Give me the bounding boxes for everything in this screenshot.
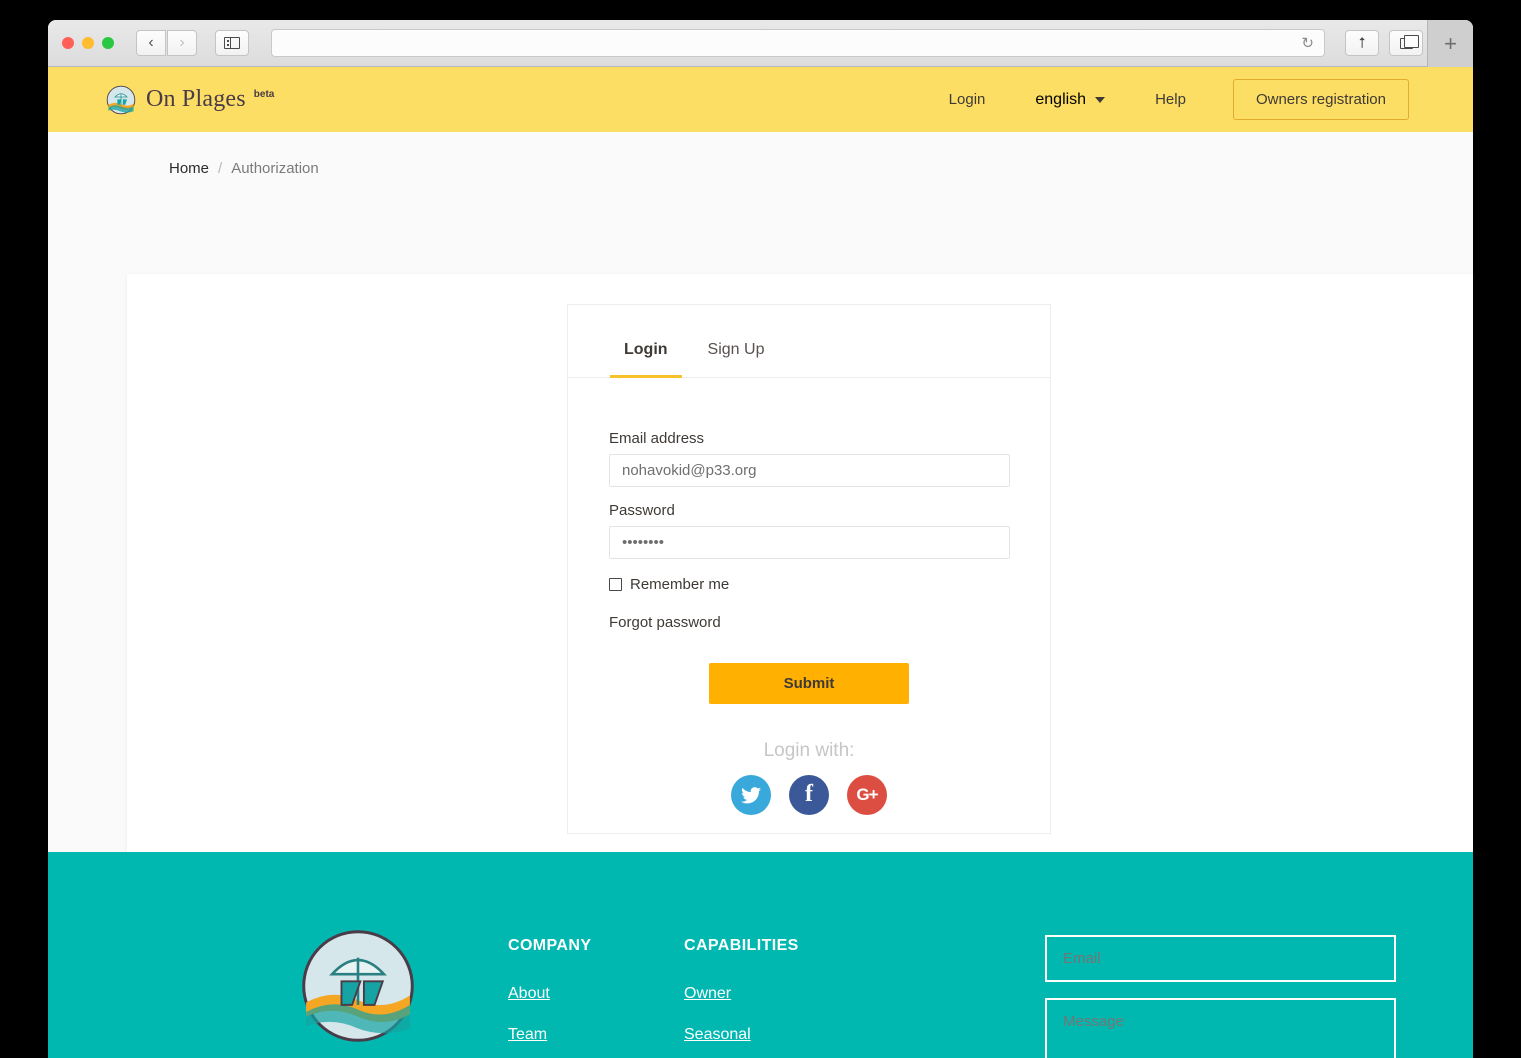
back-button[interactable]: ‹ (136, 30, 166, 56)
auth-panel: Login Sign Up Email address nohavokid@p3… (567, 304, 1051, 834)
breadcrumb-current: Authorization (231, 160, 319, 177)
browser-window: ‹ › ↻ ⭡ + On Plages beta Login english H… (48, 20, 1473, 1058)
sidebar-toggle-button[interactable] (215, 30, 249, 56)
browser-toolbar: ‹ › ↻ ⭡ + (48, 20, 1473, 67)
footer-link-owner[interactable]: Owner (684, 985, 860, 1003)
google-plus-login-button[interactable]: G+ (847, 775, 887, 815)
submit-button[interactable]: Submit (709, 663, 909, 704)
maximize-window-button[interactable] (102, 37, 114, 49)
site-header: On Plages beta Login english Help Owners… (48, 67, 1473, 132)
login-form: Email address nohavokid@p33.org Password… (568, 378, 1050, 815)
navigation-buttons: ‹ › (136, 30, 197, 56)
forward-button[interactable]: › (167, 30, 197, 56)
share-icon: ⭡ (1358, 34, 1366, 52)
password-field-block: Password •••••••• (609, 502, 1010, 559)
on-plages-logo-large-icon (302, 930, 414, 1042)
minimize-window-button[interactable] (82, 37, 94, 49)
address-bar[interactable]: ↻ (271, 29, 1325, 57)
brand-beta-badge: beta (253, 88, 275, 100)
sidebar-icon (224, 37, 240, 49)
remember-me-row[interactable]: Remember me (609, 576, 1009, 593)
footer-column-company: COMPANY About Team Legal P (508, 927, 684, 1058)
show-tabs-button[interactable] (1389, 30, 1423, 56)
breadcrumb-separator: / (218, 160, 223, 177)
facebook-login-button[interactable]: f (789, 775, 829, 815)
footer-brand: On Plages (208, 927, 508, 1058)
tab-login[interactable]: Login (610, 329, 682, 378)
social-login-buttons: f G+ (609, 775, 1009, 815)
reload-icon[interactable]: ↻ (1301, 36, 1314, 51)
auth-tabs: Login Sign Up (568, 305, 1050, 378)
social-login-title: Login with: (763, 740, 855, 761)
language-selector-label: english (1035, 90, 1087, 108)
remember-me-label: Remember me (630, 576, 730, 593)
footer-link-seasonal[interactable]: Seasonal (684, 1026, 860, 1044)
breadcrumb-home[interactable]: Home (169, 160, 209, 177)
footer-message-input[interactable] (1045, 998, 1396, 1058)
footer-inner: On Plages COMPANY About Team Legal P CAP… (48, 852, 1473, 1058)
tab-signup[interactable]: Sign Up (694, 329, 779, 378)
site-nav: Login english Help Owners registration (924, 79, 1409, 120)
new-tab-button[interactable]: + (1427, 20, 1473, 67)
footer-email-input[interactable] (1045, 935, 1396, 982)
brand-logo-link[interactable]: On Plages beta (106, 85, 274, 115)
chevron-down-icon (1095, 96, 1106, 103)
page-content: On Plages beta Login english Help Owners… (48, 67, 1473, 1058)
toolbar-right-buttons: ⭡ (1345, 30, 1423, 56)
site-footer: On Plages COMPANY About Team Legal P CAP… (48, 852, 1473, 1058)
footer-link-about[interactable]: About (508, 985, 684, 1003)
share-button[interactable]: ⭡ (1345, 30, 1379, 56)
close-window-button[interactable] (62, 37, 74, 49)
password-label: Password (609, 502, 675, 519)
email-input[interactable]: nohavokid@p33.org (609, 454, 1010, 487)
forgot-password-link[interactable]: Forgot password (609, 614, 1009, 631)
nav-item-help[interactable]: Help (1130, 91, 1211, 108)
twitter-login-button[interactable] (731, 775, 771, 815)
password-input[interactable]: •••••••• (609, 526, 1010, 559)
nav-item-login[interactable]: Login (924, 91, 1011, 108)
email-field-block: Email address nohavokid@p33.org (609, 430, 1010, 487)
chevron-left-icon: ‹ (148, 34, 154, 51)
language-selector[interactable]: english (1010, 91, 1130, 109)
tabs-icon (1399, 34, 1419, 49)
footer-column-capabilities-title: CAPABILITIES (684, 937, 799, 954)
footer-column-company-title: COMPANY (508, 937, 592, 954)
window-controls (62, 37, 114, 49)
footer-contact-form (860, 927, 1413, 1058)
breadcrumb: Home / Authorization (48, 132, 1473, 177)
twitter-icon (741, 786, 761, 803)
footer-column-capabilities: CAPABILITIES Owner Seasonal Beaches E (684, 927, 860, 1058)
chevron-right-icon: › (179, 34, 185, 51)
email-label: Email address (609, 430, 705, 447)
owners-registration-button[interactable]: Owners registration (1232, 79, 1409, 120)
remember-me-checkbox[interactable] (609, 578, 622, 591)
content-card: Login Sign Up Email address nohavokid@p3… (127, 274, 1473, 852)
brand-name: On Plages (146, 86, 246, 112)
sidebar-toggle-wrapper (215, 30, 249, 56)
footer-link-team[interactable]: Team (508, 1026, 684, 1044)
facebook-icon: f (805, 781, 813, 807)
google-plus-icon: G+ (856, 785, 878, 804)
on-plages-logo-icon (106, 85, 136, 114)
